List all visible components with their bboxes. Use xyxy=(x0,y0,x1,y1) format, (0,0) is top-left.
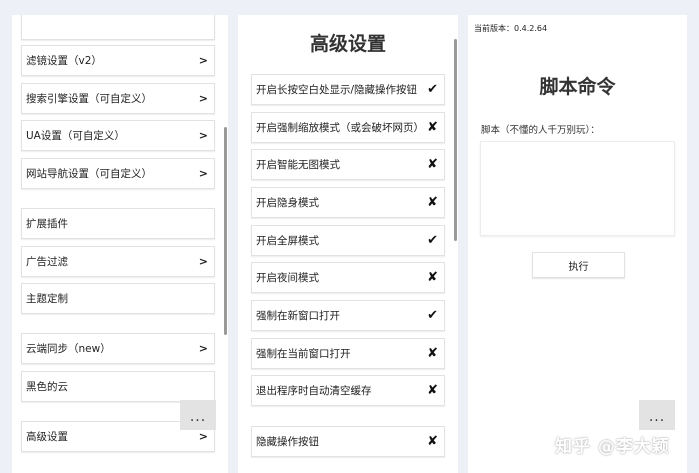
cross-icon: ✘ xyxy=(427,195,438,210)
chevron-right-icon: > xyxy=(198,167,208,180)
cross-icon: ✘ xyxy=(427,346,438,361)
script-label: 脚本（不懂的人千万别玩）： xyxy=(481,125,600,136)
settings-item-label: 网站导航设置（可自定义） xyxy=(26,168,152,180)
settings-item-filter[interactable]: 滤镜设置（v2） > xyxy=(21,45,215,76)
toggle-night-mode[interactable]: 开启夜间模式 ✘ xyxy=(251,262,445,293)
check-icon: ✔ xyxy=(427,233,438,248)
toggle-label: 强制在当前窗口打开 xyxy=(256,348,351,360)
settings-item-search-engine[interactable]: 搜索引擎设置（可自定义） > xyxy=(21,83,215,114)
settings-item-label: 黑色的云 xyxy=(26,381,68,393)
settings-item-label: 高级设置 xyxy=(26,431,68,443)
settings-menu-panel: 滤镜设置（v2） > 搜索引擎设置（可自定义） > UA设置（可自定义） > 网… xyxy=(12,15,228,473)
scrollbar[interactable] xyxy=(454,39,457,241)
watermark: 知乎 @李大颖 xyxy=(555,437,670,457)
settings-item-ua[interactable]: UA设置（可自定义） > xyxy=(21,120,215,151)
scrollbar[interactable] xyxy=(224,127,227,335)
toggle-current-window[interactable]: 强制在当前窗口打开 ✘ xyxy=(251,338,445,369)
settings-item-label: UA设置（可自定义） xyxy=(26,130,125,142)
chevron-right-icon: > xyxy=(198,92,208,105)
settings-item-label: 扩展插件 xyxy=(26,218,68,230)
toggle-label: 强制在新窗口打开 xyxy=(256,310,340,322)
page-title: 高级设置 xyxy=(309,33,386,55)
settings-item-theme[interactable]: 主题定制 xyxy=(21,283,215,314)
page-title: 脚本命令 xyxy=(539,76,616,98)
toggle-no-image[interactable]: 开启智能无图模式 ✘ xyxy=(251,149,445,180)
toggle-new-window[interactable]: 强制在新窗口打开 ✔ xyxy=(251,300,445,331)
advanced-settings-panel: 高级设置 开启长按空白处显示/隐藏操作按钮 ✔ 开启强制缩放模式（或会破坏网页）… xyxy=(238,15,458,473)
toggle-label: 开启夜间模式 xyxy=(256,272,319,284)
cross-icon: ✘ xyxy=(427,383,438,398)
chevron-right-icon: > xyxy=(198,54,208,67)
settings-item-top-partial[interactable] xyxy=(21,15,215,40)
settings-item-label: 主题定制 xyxy=(26,293,68,305)
version-label: 当前版本：0.4.2.64 xyxy=(474,24,548,33)
settings-item-extensions[interactable]: 扩展插件 xyxy=(21,208,215,239)
toggle-label: 开启强制缩放模式（或会破坏网页） xyxy=(256,122,424,134)
toggle-long-press-buttons[interactable]: 开启长按空白处显示/隐藏操作按钮 ✔ xyxy=(251,74,445,105)
toggle-force-zoom[interactable]: 开启强制缩放模式（或会破坏网页） ✘ xyxy=(251,112,445,143)
cross-icon: ✘ xyxy=(427,120,438,135)
check-icon: ✔ xyxy=(427,308,438,323)
script-command-panel: 当前版本：0.4.2.64 脚本命令 脚本（不懂的人千万别玩）： 执行 ... xyxy=(468,15,687,473)
toggle-fullscreen[interactable]: 开启全屏模式 ✔ xyxy=(251,225,445,256)
more-button[interactable]: ... xyxy=(180,400,216,430)
cross-icon: ✘ xyxy=(427,434,438,449)
more-button[interactable]: ... xyxy=(639,400,675,430)
chevron-right-icon: > xyxy=(198,430,208,443)
settings-item-cloud-sync[interactable]: 云端同步（new） > xyxy=(21,333,215,364)
check-icon: ✔ xyxy=(427,82,438,97)
toggle-label: 隐藏操作按钮 xyxy=(256,436,319,448)
toggle-clear-cache-on-exit[interactable]: 退出程序时自动清空缓存 ✘ xyxy=(251,375,445,406)
settings-item-black-cloud[interactable]: 黑色的云 xyxy=(21,371,215,402)
settings-item-label: 滤镜设置（v2） xyxy=(26,55,102,67)
cross-icon: ✘ xyxy=(427,157,438,172)
chevron-right-icon: > xyxy=(198,129,208,142)
toggle-hide-action-buttons[interactable]: 隐藏操作按钮 ✘ xyxy=(251,426,445,457)
settings-item-site-nav[interactable]: 网站导航设置（可自定义） > xyxy=(21,158,215,189)
toggle-label: 退出程序时自动清空缓存 xyxy=(256,385,372,397)
toggle-label: 开启全屏模式 xyxy=(256,235,319,247)
toggle-label: 开启长按空白处显示/隐藏操作按钮 xyxy=(256,84,418,96)
execute-button[interactable]: 执行 xyxy=(532,252,625,278)
script-input[interactable] xyxy=(480,141,675,236)
toggle-label: 开启智能无图模式 xyxy=(256,159,340,171)
settings-item-label: 搜索引擎设置（可自定义） xyxy=(26,93,152,105)
chevron-right-icon: > xyxy=(198,255,208,268)
settings-item-label: 云端同步（new） xyxy=(26,343,111,355)
settings-item-ad-filter[interactable]: 广告过滤 > xyxy=(21,246,215,277)
settings-item-label: 广告过滤 xyxy=(26,256,68,268)
toggle-incognito[interactable]: 开启隐身模式 ✘ xyxy=(251,187,445,218)
toggle-label: 开启隐身模式 xyxy=(256,197,319,209)
cross-icon: ✘ xyxy=(427,270,438,285)
chevron-right-icon: > xyxy=(198,342,208,355)
